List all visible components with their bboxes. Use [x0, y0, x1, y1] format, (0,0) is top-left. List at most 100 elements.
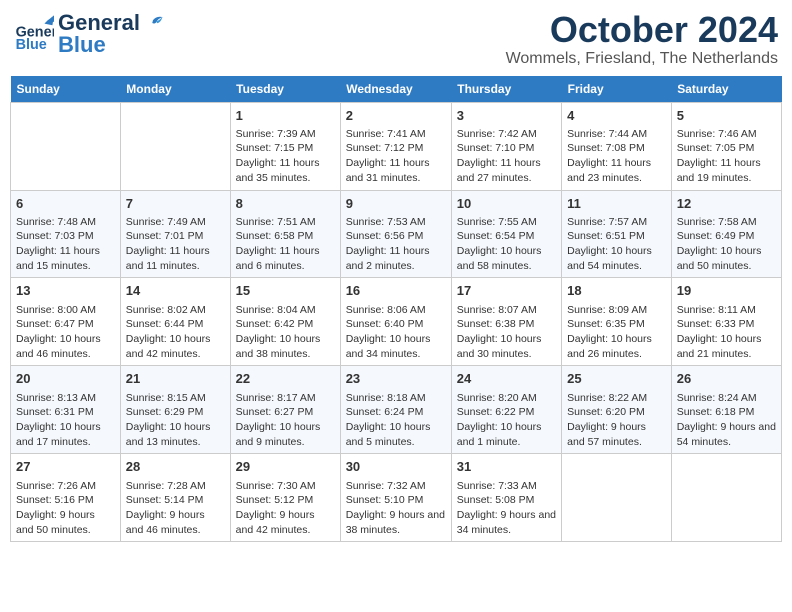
day-info: Sunrise: 8:22 AM Sunset: 6:20 PM Dayligh… [567, 391, 666, 450]
calendar-cell: 31 Sunrise: 7:33 AM Sunset: 5:08 PM Dayli… [451, 454, 561, 542]
calendar-cell: 25 Sunrise: 8:22 AM Sunset: 6:20 PM Dayli… [562, 366, 672, 454]
day-info: Sunrise: 7:33 AM Sunset: 5:08 PM Dayligh… [457, 479, 556, 538]
calendar-cell: 13 Sunrise: 8:00 AM Sunset: 6:47 PM Dayli… [11, 278, 121, 366]
day-info: Sunrise: 7:55 AM Sunset: 6:54 PM Dayligh… [457, 215, 556, 274]
calendar-cell: 2 Sunrise: 7:41 AM Sunset: 7:12 PM Daylig… [340, 102, 451, 190]
day-info: Sunrise: 8:04 AM Sunset: 6:42 PM Dayligh… [236, 303, 335, 362]
day-info: Sunrise: 7:41 AM Sunset: 7:12 PM Dayligh… [346, 127, 446, 186]
calendar-cell: 6 Sunrise: 7:48 AM Sunset: 7:03 PM Daylig… [11, 190, 121, 278]
day-number: 14 [126, 282, 225, 300]
day-info: Sunrise: 7:42 AM Sunset: 7:10 PM Dayligh… [457, 127, 556, 186]
calendar-cell: 3 Sunrise: 7:42 AM Sunset: 7:10 PM Daylig… [451, 102, 561, 190]
day-info: Sunrise: 8:07 AM Sunset: 6:38 PM Dayligh… [457, 303, 556, 362]
day-number: 13 [16, 282, 115, 300]
calendar-cell: 1Sunrise: 7:39 AM Sunset: 7:15 PM Daylig… [230, 102, 340, 190]
calendar-week-row: 27Sunrise: 7:26 AM Sunset: 5:16 PM Dayli… [11, 454, 782, 542]
day-number: 12 [677, 195, 776, 213]
calendar-cell: 17Sunrise: 8:07 AM Sunset: 6:38 PM Dayli… [451, 278, 561, 366]
day-number: 3 [457, 107, 556, 125]
calendar-cell: 5 Sunrise: 7:46 AM Sunset: 7:05 PM Daylig… [671, 102, 781, 190]
header-day-saturday: Saturday [671, 76, 781, 103]
calendar-week-row: 1Sunrise: 7:39 AM Sunset: 7:15 PM Daylig… [11, 102, 782, 190]
calendar-cell: 26 Sunrise: 8:24 AM Sunset: 6:18 PM Dayli… [671, 366, 781, 454]
day-info: Sunrise: 7:32 AM Sunset: 5:10 PM Dayligh… [346, 479, 446, 538]
day-info: Sunrise: 8:13 AM Sunset: 6:31 PM Dayligh… [16, 391, 115, 450]
day-info: Sunrise: 8:24 AM Sunset: 6:18 PM Dayligh… [677, 391, 776, 450]
calendar-cell: 11Sunrise: 7:57 AM Sunset: 6:51 PM Dayli… [562, 190, 672, 278]
day-number: 28 [126, 458, 225, 476]
calendar-week-row: 20 Sunrise: 8:13 AM Sunset: 6:31 PM Dayli… [11, 366, 782, 454]
day-number: 24 [457, 370, 556, 388]
day-info: Sunrise: 7:30 AM Sunset: 5:12 PM Dayligh… [236, 479, 335, 538]
title-area: October 2024 Wommels, Friesland, The Net… [506, 10, 778, 68]
day-number: 22 [236, 370, 335, 388]
day-number: 23 [346, 370, 446, 388]
calendar-cell: 10 Sunrise: 7:55 AM Sunset: 6:54 PM Dayli… [451, 190, 561, 278]
day-number: 20 [16, 370, 115, 388]
calendar-header-row: SundayMondayTuesdayWednesdayThursdayFrid… [11, 76, 782, 103]
day-number: 25 [567, 370, 666, 388]
day-info: Sunrise: 7:26 AM Sunset: 5:16 PM Dayligh… [16, 479, 115, 538]
calendar-week-row: 13 Sunrise: 8:00 AM Sunset: 6:47 PM Dayli… [11, 278, 782, 366]
day-number: 26 [677, 370, 776, 388]
calendar-table: SundayMondayTuesdayWednesdayThursdayFrid… [10, 76, 782, 543]
day-info: Sunrise: 7:48 AM Sunset: 7:03 PM Dayligh… [16, 215, 115, 274]
day-number: 11 [567, 195, 666, 213]
calendar-cell: 19Sunrise: 8:11 AM Sunset: 6:33 PM Dayli… [671, 278, 781, 366]
header-day-sunday: Sunday [11, 76, 121, 103]
month-title: October 2024 [506, 10, 778, 50]
day-info: Sunrise: 8:00 AM Sunset: 6:47 PM Dayligh… [16, 303, 115, 362]
calendar-week-row: 6 Sunrise: 7:48 AM Sunset: 7:03 PM Daylig… [11, 190, 782, 278]
day-number: 8 [236, 195, 335, 213]
day-info: Sunrise: 8:06 AM Sunset: 6:40 PM Dayligh… [346, 303, 446, 362]
day-number: 21 [126, 370, 225, 388]
location-text: Wommels, Friesland, The Netherlands [506, 50, 778, 68]
svg-text:Blue: Blue [16, 37, 47, 53]
day-info: Sunrise: 7:28 AM Sunset: 5:14 PM Dayligh… [126, 479, 225, 538]
day-number: 5 [677, 107, 776, 125]
day-info: Sunrise: 8:02 AM Sunset: 6:44 PM Dayligh… [126, 303, 225, 362]
calendar-cell [671, 454, 781, 542]
calendar-cell: 7Sunrise: 7:49 AM Sunset: 7:01 PM Daylig… [120, 190, 230, 278]
calendar-cell: 14 Sunrise: 8:02 AM Sunset: 6:44 PM Dayli… [120, 278, 230, 366]
calendar-cell: 18 Sunrise: 8:09 AM Sunset: 6:35 PM Dayli… [562, 278, 672, 366]
calendar-cell: 15 Sunrise: 8:04 AM Sunset: 6:42 PM Dayli… [230, 278, 340, 366]
calendar-cell: 22 Sunrise: 8:17 AM Sunset: 6:27 PM Dayli… [230, 366, 340, 454]
calendar-cell: 23 Sunrise: 8:18 AM Sunset: 6:24 PM Dayli… [340, 366, 451, 454]
day-number: 15 [236, 282, 335, 300]
day-info: Sunrise: 7:53 AM Sunset: 6:56 PM Dayligh… [346, 215, 446, 274]
day-number: 30 [346, 458, 446, 476]
calendar-cell: 16 Sunrise: 8:06 AM Sunset: 6:40 PM Dayli… [340, 278, 451, 366]
day-number: 16 [346, 282, 446, 300]
calendar-body: 1Sunrise: 7:39 AM Sunset: 7:15 PM Daylig… [11, 102, 782, 542]
logo-icon: General Blue [14, 14, 54, 54]
day-number: 6 [16, 195, 115, 213]
day-number: 9 [346, 195, 446, 213]
day-info: Sunrise: 8:17 AM Sunset: 6:27 PM Dayligh… [236, 391, 335, 450]
calendar-cell: 4Sunrise: 7:44 AM Sunset: 7:08 PM Daylig… [562, 102, 672, 190]
logo-bird-icon [142, 12, 164, 34]
day-info: Sunrise: 7:46 AM Sunset: 7:05 PM Dayligh… [677, 127, 776, 186]
day-number: 10 [457, 195, 556, 213]
day-info: Sunrise: 7:58 AM Sunset: 6:49 PM Dayligh… [677, 215, 776, 274]
calendar-cell [120, 102, 230, 190]
calendar-cell: 20 Sunrise: 8:13 AM Sunset: 6:31 PM Dayli… [11, 366, 121, 454]
calendar-cell: 12 Sunrise: 7:58 AM Sunset: 6:49 PM Dayli… [671, 190, 781, 278]
day-info: Sunrise: 8:18 AM Sunset: 6:24 PM Dayligh… [346, 391, 446, 450]
day-number: 29 [236, 458, 335, 476]
day-number: 4 [567, 107, 666, 125]
day-number: 19 [677, 282, 776, 300]
calendar-cell [562, 454, 672, 542]
calendar-cell: 24Sunrise: 8:20 AM Sunset: 6:22 PM Dayli… [451, 366, 561, 454]
header-day-thursday: Thursday [451, 76, 561, 103]
day-number: 18 [567, 282, 666, 300]
calendar-cell: 30 Sunrise: 7:32 AM Sunset: 5:10 PM Dayli… [340, 454, 451, 542]
calendar-cell: 21 Sunrise: 8:15 AM Sunset: 6:29 PM Dayli… [120, 366, 230, 454]
day-number: 2 [346, 107, 446, 125]
day-number: 31 [457, 458, 556, 476]
day-info: Sunrise: 8:15 AM Sunset: 6:29 PM Dayligh… [126, 391, 225, 450]
day-info: Sunrise: 7:51 AM Sunset: 6:58 PM Dayligh… [236, 215, 335, 274]
logo: General Blue General Blue [14, 10, 164, 58]
day-info: Sunrise: 8:09 AM Sunset: 6:35 PM Dayligh… [567, 303, 666, 362]
day-number: 7 [126, 195, 225, 213]
